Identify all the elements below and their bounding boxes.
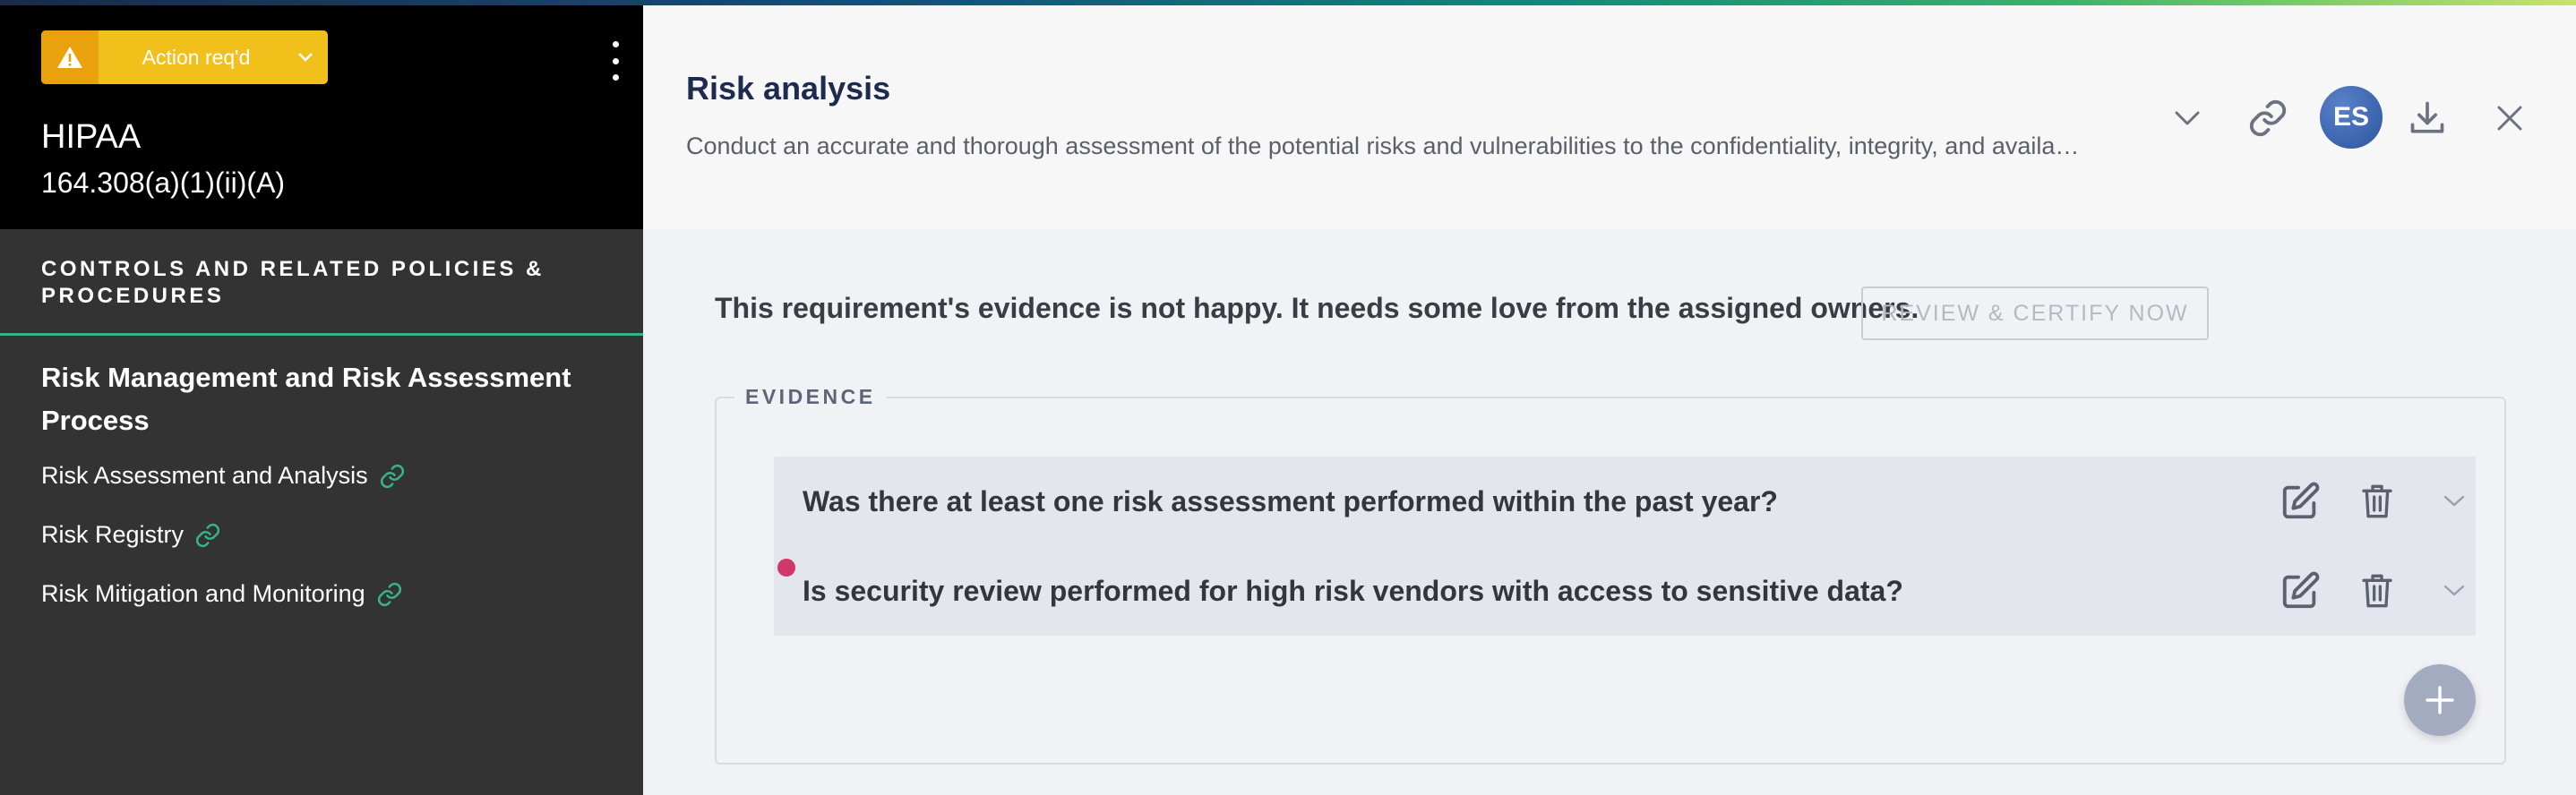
framework-name: HIPAA <box>41 118 142 156</box>
chevron-down-icon <box>283 52 328 63</box>
evidence-panel-label: EVIDENCE <box>734 385 887 409</box>
status-label: Action req'd <box>142 45 251 69</box>
requirement-description: Conduct an accurate and thorough assessm… <box>686 132 2083 159</box>
sidebar-item-risk-assessment[interactable]: Risk Assessment and Analysis <box>41 462 406 490</box>
status-dropdown-button[interactable]: Action req'd <box>41 30 328 84</box>
sidebar-item-label: Risk Registry <box>41 521 185 548</box>
delete-icon[interactable] <box>2350 564 2404 618</box>
detail-header: Risk analysis Conduct an accurate and th… <box>643 5 2576 229</box>
control-group-title: Risk Management and Risk Assessment Proc… <box>41 362 571 436</box>
link-icon <box>379 463 406 490</box>
alert-indicator-dot <box>777 559 795 577</box>
sidebar-item-label: Risk Assessment and Analysis <box>41 462 368 489</box>
delete-icon[interactable] <box>2350 474 2404 528</box>
link-icon <box>376 581 403 608</box>
evidence-status-notice: This requirement's evidence is not happy… <box>715 292 1919 324</box>
list-item[interactable]: Is security review performed for high ri… <box>774 546 2476 636</box>
evidence-list: Was there at least one risk assessment p… <box>774 457 2476 636</box>
expand-chevron-icon[interactable] <box>2160 91 2214 145</box>
list-item[interactable]: Was there at least one risk assessment p… <box>774 457 2476 546</box>
plus-icon <box>2426 686 2454 714</box>
link-icon <box>194 522 221 549</box>
evidence-question: Was there at least one risk assessment p… <box>803 484 1778 517</box>
review-certify-button[interactable]: REVIEW & CERTIFY NOW <box>1861 286 2209 340</box>
avatar[interactable]: ES <box>2320 86 2383 149</box>
section-title: CONTROLS AND RELATED POLICIES & PROCEDUR… <box>41 257 545 308</box>
chevron-down-icon[interactable] <box>2427 564 2481 618</box>
more-options-icon[interactable] <box>602 41 629 81</box>
top-accent-bar <box>0 0 2576 5</box>
sidebar: Action req'd HIPAA 164.308(a)(1)(ii)(A) … <box>0 0 643 795</box>
download-icon[interactable] <box>2400 91 2454 145</box>
warning-icon <box>41 30 99 84</box>
section-divider <box>0 333 643 336</box>
chevron-down-icon[interactable] <box>2427 474 2481 528</box>
add-evidence-button[interactable] <box>2404 664 2476 736</box>
requirement-reference: 164.308(a)(1)(ii)(A) <box>41 167 286 199</box>
sidebar-item-risk-mitigation[interactable]: Risk Mitigation and Monitoring <box>41 580 403 608</box>
sidebar-item-label: Risk Mitigation and Monitoring <box>41 580 365 607</box>
edit-icon[interactable] <box>2273 474 2327 528</box>
page-title: Risk analysis <box>686 70 891 107</box>
copy-link-icon[interactable] <box>2241 91 2295 145</box>
row-actions <box>2273 474 2481 528</box>
close-icon[interactable] <box>2483 91 2537 145</box>
evidence-question: Is security review performed for high ri… <box>803 574 1903 607</box>
row-actions <box>2273 564 2481 618</box>
edit-icon[interactable] <box>2273 564 2327 618</box>
sidebar-item-risk-registry[interactable]: Risk Registry <box>41 521 221 549</box>
